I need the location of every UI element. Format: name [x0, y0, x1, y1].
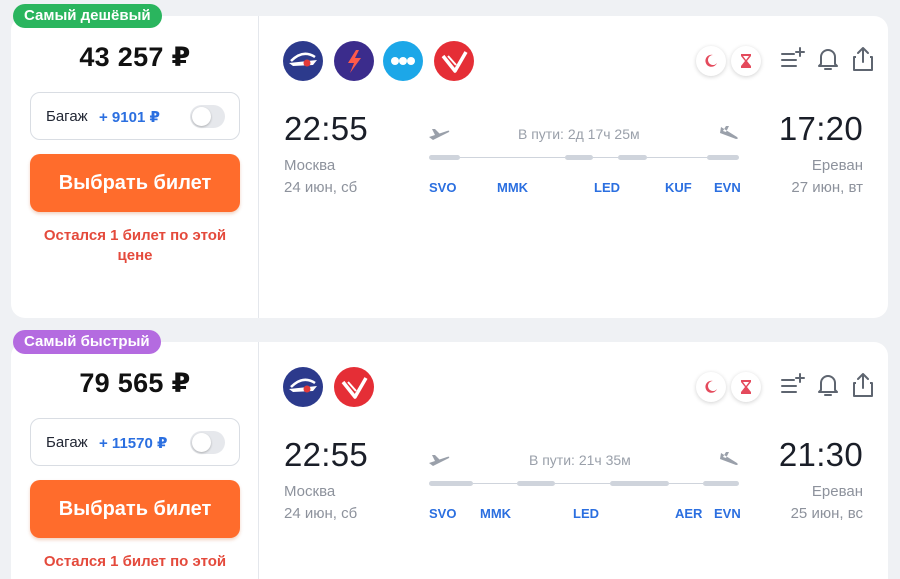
- nordwind-logo: [334, 367, 374, 407]
- route-segment: [429, 481, 473, 486]
- add-to-list-icon: [781, 47, 805, 67]
- night-flight-icon-button[interactable]: [696, 46, 726, 76]
- baggage-option[interactable]: Багаж + 9101 ₽: [30, 92, 240, 140]
- price-panel: 43 257 ₽ Багаж + 9101 ₽ Выбрать билет Ос…: [11, 16, 259, 318]
- subscribe-button[interactable]: [814, 371, 842, 399]
- select-ticket-button[interactable]: Выбрать билет: [30, 154, 240, 212]
- airport-code[interactable]: SVO: [429, 506, 456, 521]
- share-button[interactable]: [849, 45, 877, 73]
- arrival-time: 21:30: [778, 436, 863, 473]
- aeroflot-logo: [283, 367, 323, 407]
- airport-code[interactable]: MMK: [480, 506, 511, 521]
- last-ticket-warning: Остался 1 билет по этой цене: [43, 227, 227, 264]
- hourglass-icon: [741, 54, 751, 68]
- route-layover-line: [473, 483, 517, 484]
- baggage-price: + 9101 ₽: [99, 109, 160, 126]
- baggage-label: Багаж: [46, 434, 88, 451]
- arrival-date: 25 июн, вс: [790, 505, 863, 522]
- travel-time: В пути: 21ч 35м: [529, 452, 631, 468]
- price-panel: 79 565 ₽ Багаж + 11570 ₽ Выбрать билет О…: [11, 342, 259, 579]
- airport-code[interactable]: LED: [594, 180, 620, 195]
- hourglass-icon: [741, 380, 751, 394]
- route-layover-line: [460, 157, 565, 158]
- travel-time: В пути: 2д 17ч 25м: [518, 126, 640, 142]
- ticket-card[interactable]: 43 257 ₽ Багаж + 9101 ₽ Выбрать билет Ос…: [11, 16, 888, 318]
- share-icon: [853, 47, 873, 71]
- select-ticket-button[interactable]: Выбрать билет: [30, 480, 240, 538]
- departure-date: 24 июн, сб: [284, 179, 358, 196]
- moon-icon: [705, 54, 717, 67]
- share-icon: [853, 373, 873, 397]
- route-layover-line: [669, 483, 703, 484]
- arrival-city: Ереван: [811, 157, 863, 174]
- airport-code[interactable]: KUF: [665, 180, 692, 195]
- baggage-option[interactable]: Багаж + 11570 ₽: [30, 418, 240, 466]
- departure-city: Москва: [284, 157, 336, 174]
- route-segment: [618, 155, 647, 160]
- route-layover-line: [593, 157, 618, 158]
- departure-time: 22:55: [284, 436, 369, 473]
- baggage-price: + 11570 ₽: [99, 435, 168, 452]
- takeoff-icon: [429, 129, 450, 140]
- night-flight-icon-button[interactable]: [696, 372, 726, 402]
- departure-date: 24 июн, сб: [284, 505, 358, 522]
- arrival-city: Ереван: [811, 483, 863, 500]
- airport-code[interactable]: EVN: [714, 506, 741, 521]
- add-to-list-button[interactable]: [779, 45, 807, 73]
- add-to-list-button[interactable]: [779, 371, 807, 399]
- airport-code[interactable]: MMK: [497, 180, 528, 195]
- add-to-list-icon: [781, 373, 805, 393]
- landing-icon: [720, 452, 738, 465]
- long-layover-icon-button[interactable]: [731, 46, 761, 76]
- last-ticket-warning: Остался 1 билет по этой: [43, 553, 227, 570]
- departure-city: Москва: [284, 483, 336, 500]
- airport-code[interactable]: AER: [675, 506, 702, 521]
- nordwind-logo: [434, 41, 474, 81]
- route-layover-line: [555, 483, 610, 484]
- route-segment: [703, 481, 739, 486]
- toggle-knob: [192, 433, 211, 452]
- landing-icon: [720, 126, 738, 139]
- ticket-price: 43 257 ₽: [79, 42, 191, 72]
- long-layover-icon-button[interactable]: [731, 372, 761, 402]
- departure-time: 22:55: [284, 110, 369, 147]
- toggle-knob: [192, 107, 211, 126]
- flight-details: 22:55 Москва 24 июн, сб 21:30 Ереван 25 …: [259, 342, 888, 579]
- route-segment: [707, 155, 739, 160]
- bell-icon: [818, 375, 838, 396]
- bell-icon: [818, 49, 838, 70]
- cheapest-badge: Самый дешёвый: [13, 4, 162, 28]
- flight-details: 22:55 Москва 24 июн, сб 17:20 Ереван 27 …: [259, 16, 888, 318]
- baggage-toggle[interactable]: [190, 105, 225, 128]
- fastest-badge: Самый быстрый: [13, 330, 161, 354]
- route-segment: [429, 155, 460, 160]
- rossiya-logo: [334, 41, 374, 81]
- airport-code[interactable]: EVN: [714, 180, 741, 195]
- airport-code[interactable]: SVO: [429, 180, 456, 195]
- route-segment: [565, 155, 593, 160]
- arrival-date: 27 июн, вт: [791, 179, 863, 196]
- moon-icon: [705, 380, 717, 393]
- ticket-price: 79 565 ₽: [79, 368, 191, 398]
- dots-airline-logo: [383, 41, 423, 81]
- route-segment: [610, 481, 669, 486]
- airport-code[interactable]: LED: [573, 506, 599, 521]
- subscribe-button[interactable]: [814, 45, 842, 73]
- takeoff-icon: [429, 455, 450, 466]
- route-layover-line: [647, 157, 707, 158]
- share-button[interactable]: [849, 371, 877, 399]
- baggage-label: Багаж: [46, 108, 88, 125]
- ticket-card[interactable]: 79 565 ₽ Багаж + 11570 ₽ Выбрать билет О…: [11, 342, 888, 579]
- aeroflot-logo: [283, 41, 323, 81]
- route-segment: [517, 481, 555, 486]
- baggage-toggle[interactable]: [190, 431, 225, 454]
- arrival-time: 17:20: [778, 110, 863, 147]
